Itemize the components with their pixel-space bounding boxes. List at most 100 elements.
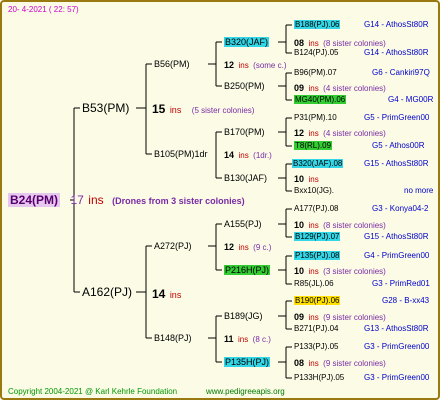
gen4-name[interactable]: B129(PJ).07 [294,231,341,243]
gen4-name[interactable]: B124(PJ).05 [294,47,338,59]
gen4-line: G13 - AthosSt80R [364,324,429,333]
gen1-node[interactable]: A162(PJ) [82,285,132,299]
copyright-text: Copyright 2004-2021 @ Karl Kehrle Founda… [8,387,178,396]
gen4-label[interactable]: B96(PM).07 [294,68,337,77]
gen4-name[interactable]: B271(PJ).04 [294,323,338,335]
gen3-ins: 09 ins (4 sister colonies) [294,81,386,95]
gen4-label[interactable]: Bxx10(JG). [294,186,334,195]
gen4-label[interactable]: A177(PJ).08 [294,204,338,213]
gen3-node[interactable]: P135H(PJ) [224,356,271,368]
gen4-line: G5 - Athos00R [372,141,425,150]
gen2-name[interactable]: B105(PM)1dr [154,149,208,159]
gen4-line: G3 - PrimGreen00 [364,342,430,351]
gen4-name[interactable]: T8(RL).09 [294,140,333,152]
gen4-label[interactable]: B190(PJ).06 [294,296,341,305]
gen3-name[interactable]: B170(PM) [224,127,265,137]
gen3-note: (9 sister colonies) [323,313,386,322]
root-ins-count: 17 [70,193,84,207]
gen1-ins-count: 15 [152,102,166,116]
gen3-node[interactable]: B130(JAF) [224,172,267,184]
gen4-label[interactable]: MG40(PM).06 [294,95,347,104]
gen3-node[interactable]: P216H(PJ) [224,264,271,276]
gen3-note: (3 sister colonies) [323,267,386,276]
gen3-node[interactable]: B320(JAF) [224,36,270,48]
gen4-name[interactable]: B188(PJ).06 [294,19,341,31]
gen3-ins-label: ins [308,359,319,368]
gen1-name[interactable]: A162(PJ) [82,285,132,299]
gen4-name[interactable]: B320(JAF).08 [292,158,344,170]
root-ins-label: ins [88,193,104,207]
gen4-label[interactable]: B188(PJ).06 [294,20,341,29]
gen3-ins-count: 10 [294,266,305,276]
gen3-name[interactable]: P216H(PJ) [224,265,271,275]
website-link[interactable]: www.pedigreeapis.org [206,386,285,398]
gen3-name[interactable]: B130(JAF) [224,173,267,183]
gen4-name[interactable]: P133(PJ).05 [294,341,338,353]
pedigree-panel: 20- 4-2021 ( 22: 57) B24(PM) 17 ins (Dro… [0,0,440,400]
root-queen[interactable]: B24(PM) 17 ins (Drones from 3 sister col… [8,193,245,207]
gen4-name[interactable]: R85(JL).06 [294,278,334,290]
gen3-ins: 08 ins (9 sister colonies) [294,356,386,370]
gen4-name[interactable]: MG40(PM).06 [294,94,347,106]
gen1-node[interactable]: B53(PM) [82,101,129,115]
gen1-ins: 15 ins (5 sister colonies) [152,102,254,117]
gen1-note: (5 sister colonies) [191,106,255,115]
gen2-node[interactable]: A272(PJ) [154,240,192,252]
gen4-name[interactable]: P135(PJ).08 [294,250,341,262]
gen3-ins-label: ins [308,129,319,138]
gen4-name[interactable]: A177(PJ).08 [294,203,338,215]
gen3-node[interactable]: B189(JG) [224,310,263,322]
gen3-name[interactable]: P135H(PJ) [224,357,271,367]
gen4-name[interactable]: P31(PM).10 [294,112,337,124]
gen4-label[interactable]: P133H(PJ).05 [294,373,344,382]
gen1-ins-count: 14 [152,287,166,301]
gen3-ins: 09 ins (9 sister colonies) [294,310,386,324]
gen4-line: G4 - MG00R [388,95,434,104]
gen2-note: (some c.) [253,61,287,70]
gen4-line: G4 - PrimGreen00 [364,251,430,260]
gen3-ins: 12 ins (4 sister colonies) [294,126,386,140]
gen3-note: (4 sister colonies) [323,129,386,138]
gen3-ins: 10 ins [294,172,319,186]
gen2-name[interactable]: B148(PJ) [154,333,192,343]
gen2-ins: 12 ins (some c.) [224,58,287,72]
gen1-name[interactable]: B53(PM) [82,101,129,115]
gen3-name[interactable]: B250(PM) [224,81,265,91]
gen2-note: (9 c.) [253,243,272,252]
gen4-label[interactable]: B124(PJ).05 [294,48,338,57]
gen3-node[interactable]: A155(PJ) [224,218,262,230]
gen4-line: G5 - PrimGreen00 [364,113,430,122]
gen2-name[interactable]: A272(PJ) [154,241,192,251]
gen4-line: G28 - B-xx43 [382,296,430,305]
gen3-note: (9 sister colonies) [323,359,386,368]
gen2-ins-label: ins [237,335,249,344]
gen4-label[interactable]: T8(RL).09 [294,141,333,150]
gen2-node[interactable]: B105(PM)1dr [154,148,208,160]
gen4-label[interactable]: P133(PJ).05 [294,342,338,351]
gen2-ins-label: ins [238,151,249,160]
gen4-label[interactable]: P135(PJ).08 [294,251,341,260]
gen4-label[interactable]: B271(PJ).04 [294,324,338,333]
gen4-label[interactable]: B320(JAF).08 [292,159,344,168]
gen3-ins-label: ins [308,267,319,276]
gen4-name[interactable]: P133H(PJ).05 [294,372,344,384]
gen2-name[interactable]: B56(PM) [154,59,190,69]
gen2-node[interactable]: B148(PJ) [154,332,192,344]
gen4-name[interactable]: B96(PM).07 [294,67,337,79]
gen4-name[interactable]: B190(PJ).06 [294,295,341,307]
gen3-name[interactable]: A155(PJ) [224,219,262,229]
gen3-node[interactable]: B250(PM) [224,80,265,92]
gen4-name[interactable]: Bxx10(JG). [294,185,334,197]
root-queen-name[interactable]: B24(PM) [8,193,61,207]
gen4-label[interactable]: B129(PJ).07 [294,232,341,241]
gen3-name[interactable]: B320(JAF) [224,37,270,47]
gen3-name[interactable]: B189(JG) [224,311,263,321]
gen3-ins-count: 08 [294,358,305,368]
gen2-node[interactable]: B56(PM) [154,58,190,70]
gen3-node[interactable]: B170(PM) [224,126,265,138]
root-note: (Drones from 3 sister colonies) [112,196,245,206]
gen3-ins: 10 ins (8 sister colonies) [294,218,386,232]
gen4-label[interactable]: P31(PM).10 [294,113,337,122]
gen4-line: G15 - AthosSt80R [364,159,429,168]
gen4-label[interactable]: R85(JL).06 [294,279,334,288]
